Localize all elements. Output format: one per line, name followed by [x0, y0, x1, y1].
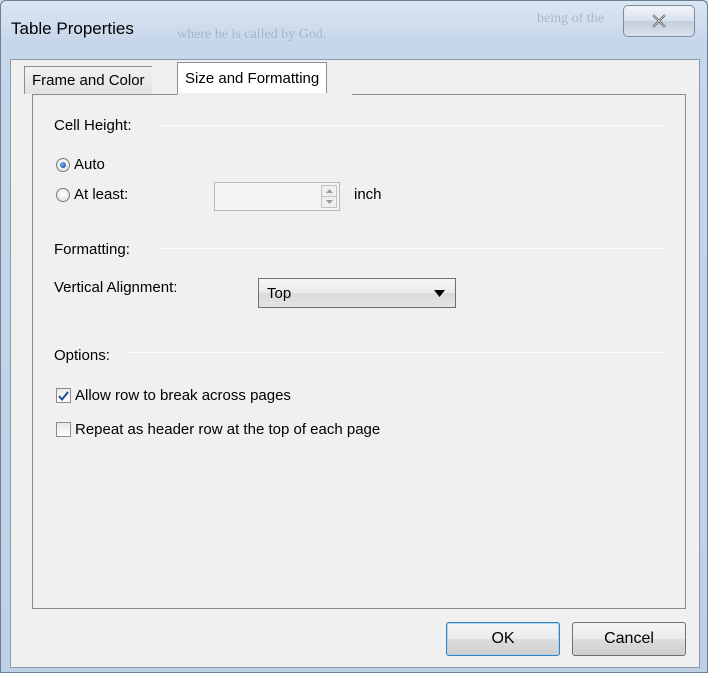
auto-radio-option[interactable]: Auto	[56, 156, 105, 173]
ok-button[interactable]: OK	[446, 622, 560, 656]
repeat-header-row-label: Repeat as header row at the top of each …	[75, 421, 381, 438]
auto-radio-label: Auto	[74, 156, 105, 173]
tab-joiner	[178, 93, 352, 96]
vertical-alignment-label: Vertical Alignment:	[54, 279, 178, 296]
close-icon	[652, 14, 666, 28]
tab-frame-and-color[interactable]: Frame and Color	[24, 66, 152, 94]
group-divider	[160, 125, 664, 126]
at-least-radio-option[interactable]: At least:	[56, 186, 128, 203]
check-icon	[58, 390, 69, 401]
cell-height-spinbox[interactable]	[214, 182, 340, 211]
cancel-button[interactable]: Cancel	[572, 622, 686, 656]
allow-row-break-checkbox[interactable]	[56, 388, 71, 403]
auto-radio[interactable]	[56, 157, 70, 172]
formatting-group-label: Formatting:	[54, 241, 136, 258]
ok-button-label: OK	[491, 630, 515, 647]
background-text: where he is called by God.	[177, 27, 327, 42]
background-text: being of the	[537, 11, 604, 26]
spin-down-icon	[325, 200, 333, 204]
spin-up-icon	[325, 189, 333, 193]
repeat-header-row-option[interactable]: Repeat as header row at the top of each …	[56, 421, 380, 438]
options-group-label: Options:	[54, 347, 116, 364]
window-title: Table Properties	[11, 19, 134, 38]
tab-label: Frame and Color	[32, 72, 145, 89]
vertical-alignment-select[interactable]: Top	[258, 278, 456, 308]
tab-size-and-formatting[interactable]: Size and Formatting	[177, 62, 328, 95]
cell-height-group-label: Cell Height:	[54, 117, 138, 134]
at-least-radio[interactable]	[56, 187, 70, 202]
group-divider	[160, 248, 664, 249]
repeat-header-row-checkbox[interactable]	[56, 422, 71, 437]
spin-up-button[interactable]	[321, 185, 337, 197]
allow-row-break-option[interactable]: Allow row to break across pages	[56, 387, 291, 404]
close-button[interactable]	[623, 5, 695, 37]
unit-label: inch	[354, 186, 382, 203]
spin-down-button[interactable]	[321, 197, 337, 208]
group-divider	[130, 352, 664, 353]
chevron-down-icon	[434, 290, 445, 297]
title-bar[interactable]: where he is called by God. being of the …	[1, 1, 707, 59]
cancel-button-label: Cancel	[604, 630, 654, 647]
vertical-alignment-value: Top	[267, 284, 292, 302]
allow-row-break-label: Allow row to break across pages	[75, 387, 291, 404]
at-least-radio-label: At least:	[74, 186, 129, 203]
tab-label: Size and Formatting	[185, 70, 320, 87]
